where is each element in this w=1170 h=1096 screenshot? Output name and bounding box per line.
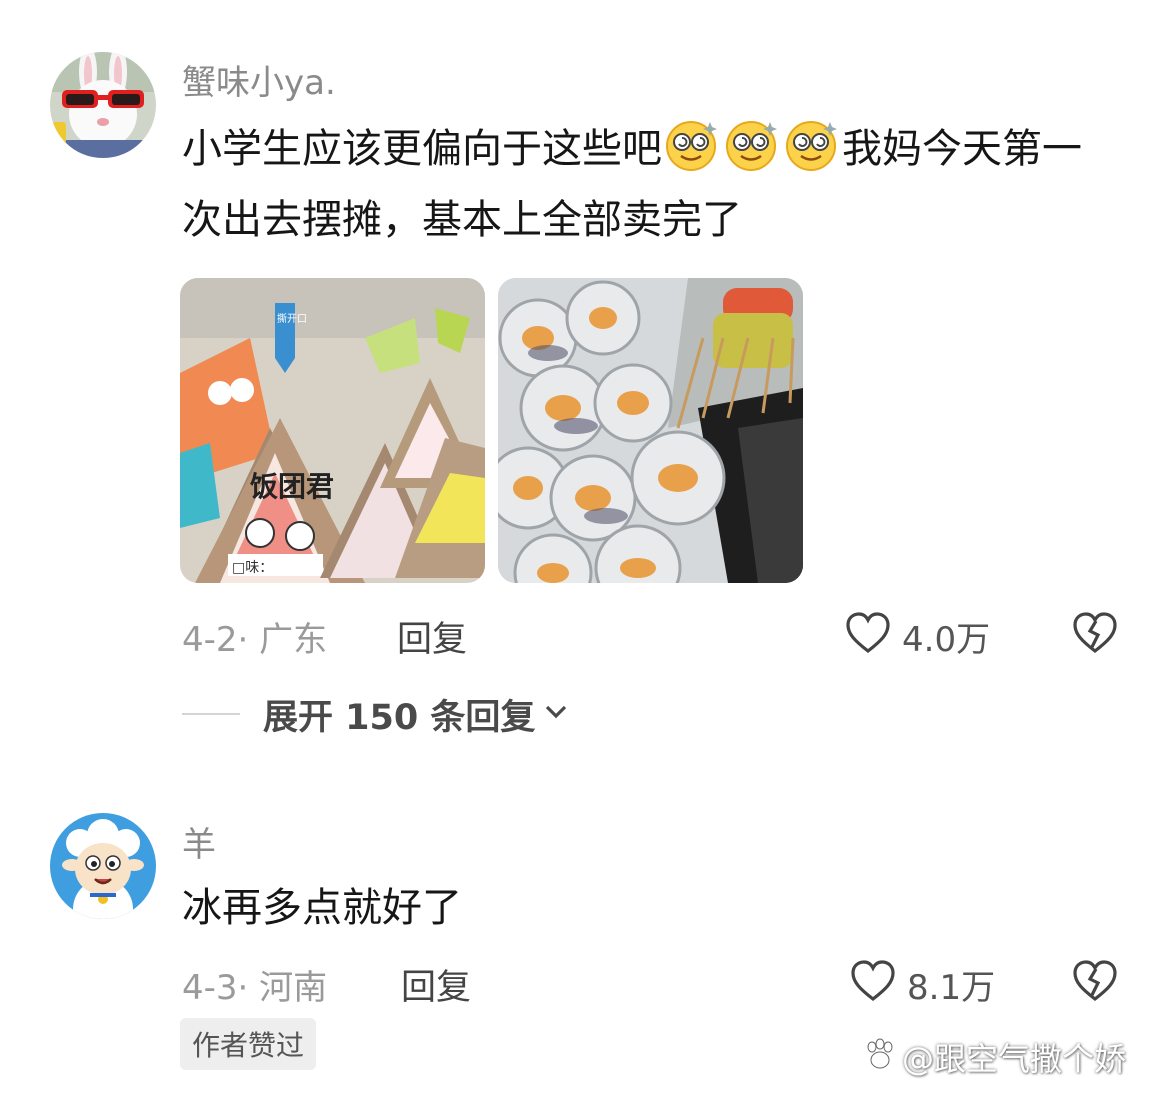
comment-text-part1: 小学生应该更偏向于这些吧	[182, 126, 662, 172]
dizzy-smile-emoji-icon	[664, 116, 720, 172]
paw-icon	[862, 1037, 898, 1077]
like-count: 4.0万	[902, 620, 991, 660]
expand-divider	[182, 713, 240, 715]
tag-text: 撕开口	[277, 312, 307, 325]
dizzy-smile-emoji-icon	[784, 116, 840, 172]
comment-image-rice-balls[interactable]: 饭团君 □味： 撕开口	[180, 278, 485, 583]
chevron-down-icon	[543, 702, 569, 726]
watermark: @跟空气撒个娇	[862, 1034, 1126, 1080]
heart-icon[interactable]	[845, 611, 895, 657]
expand-replies-label: 展开 150 条回复	[263, 697, 536, 738]
username[interactable]: 蟹味小ya.	[182, 55, 336, 104]
comment-date-location: 4-2· 广东	[182, 620, 328, 660]
reply-button[interactable]: 回复	[401, 959, 471, 1010]
username[interactable]: 羊	[182, 817, 216, 866]
comment-text: 小学生应该更偏向于这些吧 我妈今天第一次出去摆摊，基本上全部卖完了	[182, 114, 1112, 256]
avatar-user-2[interactable]	[50, 813, 156, 919]
watermark-text: @跟空气撒个娇	[902, 1040, 1127, 1078]
broken-heart-icon[interactable]	[1072, 611, 1122, 657]
expand-replies-button[interactable]: 展开 150 条回复	[263, 690, 569, 738]
flavor-text: □味：	[232, 560, 273, 576]
avatar-user-1[interactable]	[50, 52, 156, 158]
dizzy-smile-emoji-icon	[724, 116, 780, 172]
heart-icon[interactable]	[850, 959, 900, 1005]
reply-button[interactable]: 回复	[397, 611, 467, 662]
like-count: 8.1万	[907, 968, 996, 1008]
broken-heart-icon[interactable]	[1072, 959, 1122, 1005]
comment-image-cups-skewers[interactable]	[498, 278, 803, 583]
comment-text: 冰再多点就好了	[182, 885, 462, 931]
author-liked-badge: 作者赞过	[180, 1018, 317, 1070]
brand-text: 饭团君	[250, 470, 334, 503]
comment-date-location: 4-3· 河南	[182, 968, 328, 1008]
